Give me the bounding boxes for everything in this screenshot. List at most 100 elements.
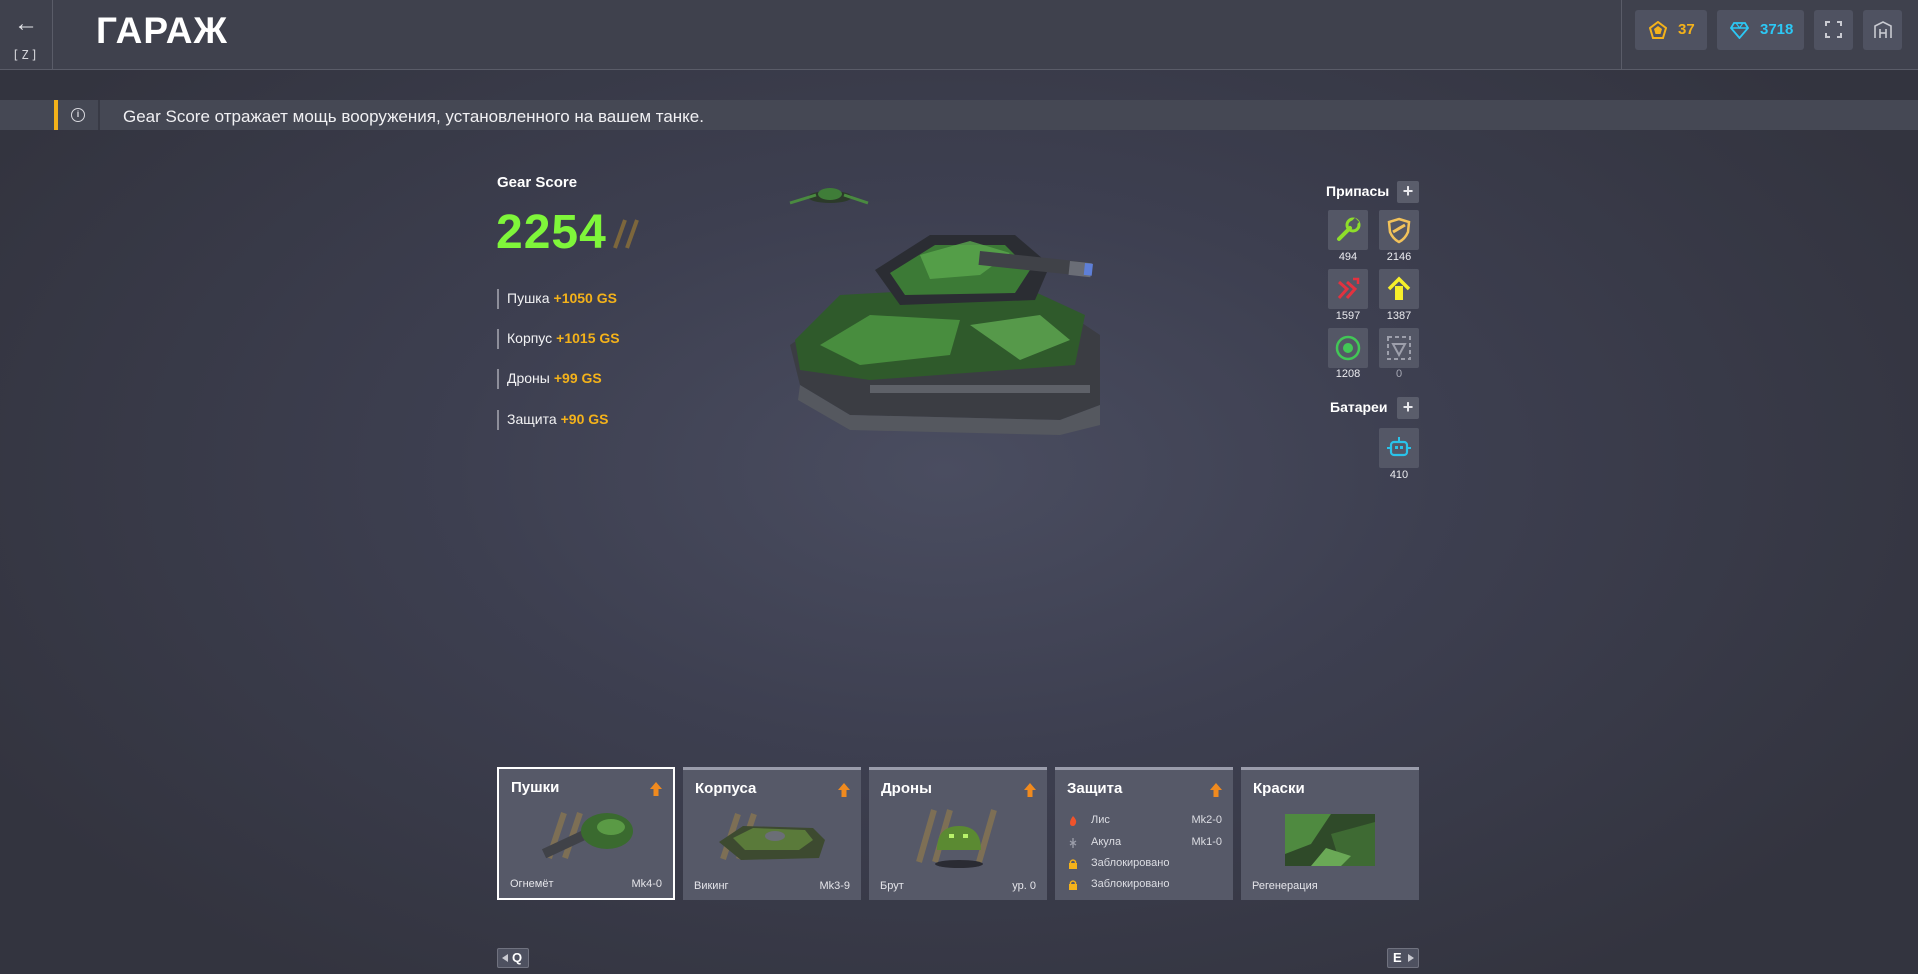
diamond-icon — [1730, 22, 1749, 39]
upgrade-arrow-icon — [838, 783, 850, 797]
supply-speed-boost[interactable] — [1379, 269, 1419, 309]
card-item-name: Брут — [880, 880, 904, 892]
gear-score-value: 2254 — [496, 206, 607, 259]
gs-row-plus: +1050 GS — [553, 290, 617, 306]
diamonds-counter[interactable]: 3718 — [1717, 10, 1804, 50]
protection-slot-locked[interactable]: Заблокировано — [1067, 856, 1222, 872]
module-level: Mk1-0 — [1191, 836, 1222, 848]
supply-repair-kit[interactable] — [1328, 210, 1368, 250]
prev-category-button[interactable]: Q — [497, 948, 529, 968]
gs-row-name: Защита — [507, 411, 557, 427]
module-name: Лис — [1091, 814, 1110, 826]
fullscreen-button[interactable] — [1814, 10, 1853, 50]
supplies-title: Припасы — [1326, 183, 1390, 199]
paint-swatch-icon — [1285, 814, 1375, 866]
supply-double-damage[interactable] — [1328, 269, 1368, 309]
prev-key-label: Q — [512, 950, 523, 965]
supply-count: 494 — [1338, 251, 1358, 263]
battery-count: 410 — [1389, 469, 1409, 481]
info-text: Gear Score отражает мощь вооружения, уст… — [123, 107, 704, 126]
module-name: Заблокировано — [1091, 878, 1170, 890]
batteries-title: Батареи — [1330, 399, 1388, 415]
card-paints[interactable]: Краски Регенерация — [1241, 767, 1419, 900]
supplies-add-button[interactable]: + — [1397, 181, 1419, 203]
back-arrow-icon: ← — [14, 10, 38, 37]
info-divider — [98, 100, 100, 130]
supply-gold-box[interactable] — [1379, 328, 1419, 368]
card-item-name: Огнемёт — [510, 878, 554, 890]
card-drones[interactable]: Дроны Брут ур. 0 — [869, 767, 1047, 900]
card-item-level: ур. 0 — [1012, 880, 1036, 892]
protection-module[interactable]: Акула Mk1-0 — [1067, 835, 1222, 851]
card-hulls[interactable]: Корпуса Викинг Mk3-9 — [683, 767, 861, 900]
exit-door-icon — [1874, 21, 1892, 38]
gs-row-name: Корпус — [507, 330, 553, 346]
card-cannons[interactable]: Пушки Огнемёт Mk4-0 — [497, 767, 675, 900]
drone-icon — [789, 188, 869, 205]
card-title: Дроны — [881, 780, 932, 797]
module-name: Заблокировано — [1091, 857, 1170, 869]
crystal-icon — [1649, 21, 1667, 39]
speed-boost-icon — [1387, 276, 1411, 300]
supply-count: 0 — [1395, 368, 1403, 380]
protection-module[interactable]: Лис Mk2-0 — [1067, 813, 1222, 829]
supply-count: 1208 — [1335, 368, 1361, 380]
tank-model[interactable] — [780, 175, 1120, 435]
info-accent-bar — [54, 100, 58, 130]
supply-double-armor[interactable] — [1379, 210, 1419, 250]
gs-row-protection: Защита +90 GS — [497, 410, 609, 430]
page-title: ГАРАЖ — [96, 10, 228, 51]
crystals-value: 37 — [1678, 21, 1695, 38]
supply-count: 1597 — [1335, 310, 1361, 322]
supply-count: 1387 — [1386, 310, 1412, 322]
gear-score-label: Gear Score — [497, 174, 578, 191]
lock-icon — [1069, 880, 1077, 890]
gear-score-stripes-icon — [613, 219, 639, 249]
gs-row-drones: Дроны +99 GS — [497, 369, 602, 389]
exit-button[interactable] — [1863, 10, 1902, 50]
hull-icon — [719, 813, 825, 860]
supply-count: 2146 — [1386, 251, 1412, 263]
upgrade-arrow-icon — [1210, 783, 1222, 797]
mine-icon — [1335, 335, 1361, 361]
card-footer: Регенерация — [1252, 880, 1408, 892]
card-item-name: Регенерация — [1252, 880, 1318, 892]
gs-row-name: Дроны — [507, 370, 550, 386]
crystals-counter[interactable]: 37 — [1635, 10, 1707, 50]
card-item-name: Викинг — [694, 880, 729, 892]
top-bar: ← [Z] ГАРАЖ 37 3718 — [0, 0, 1918, 70]
card-footer: Огнемёт Mk4-0 — [510, 878, 662, 890]
protection-slot-locked[interactable]: Заблокировано — [1067, 877, 1222, 893]
card-title: Защита — [1067, 780, 1123, 797]
gs-row-name: Пушка — [507, 290, 550, 306]
fullscreen-icon — [1825, 21, 1842, 38]
battery-robot-icon — [1387, 437, 1411, 457]
lock-icon — [1069, 859, 1077, 869]
next-key-label: E — [1393, 950, 1402, 965]
supply-battery[interactable] — [1379, 428, 1419, 468]
drone-brute-icon — [916, 809, 997, 868]
upgrade-arrow-icon — [1024, 783, 1036, 797]
chevron-left-icon — [502, 954, 508, 962]
back-hotkey: [Z] — [12, 48, 40, 62]
card-title: Пушки — [511, 779, 560, 796]
card-protection[interactable]: Защита Лис Mk2-0 Акула Mk1-0 Заблокирова… — [1055, 767, 1233, 900]
back-button[interactable]: ← [Z] — [0, 0, 53, 70]
gs-row-plus: +90 GS — [560, 411, 609, 427]
gs-row-plus: +99 GS — [553, 370, 602, 386]
gs-row-cannon: Пушка +1050 GS — [497, 289, 617, 309]
card-footer: Брут ур. 0 — [880, 880, 1036, 892]
info-banner: i Gear Score отражает мощь вооружения, у… — [0, 100, 1918, 130]
batteries-add-button[interactable]: + — [1397, 397, 1419, 419]
gs-row-hull: Корпус +1015 GS — [497, 329, 620, 349]
diamonds-value: 3718 — [1760, 21, 1794, 38]
next-category-button[interactable]: E — [1387, 948, 1419, 968]
card-title: Краски — [1253, 780, 1305, 797]
currency-panel: 37 3718 — [1621, 0, 1918, 70]
card-footer: Викинг Mk3-9 — [694, 880, 850, 892]
module-level: Mk2-0 — [1191, 814, 1222, 826]
double-damage-icon — [1337, 277, 1360, 299]
fox-flame-icon — [1070, 816, 1077, 826]
info-icon: i — [71, 108, 85, 122]
supply-mine[interactable] — [1328, 328, 1368, 368]
